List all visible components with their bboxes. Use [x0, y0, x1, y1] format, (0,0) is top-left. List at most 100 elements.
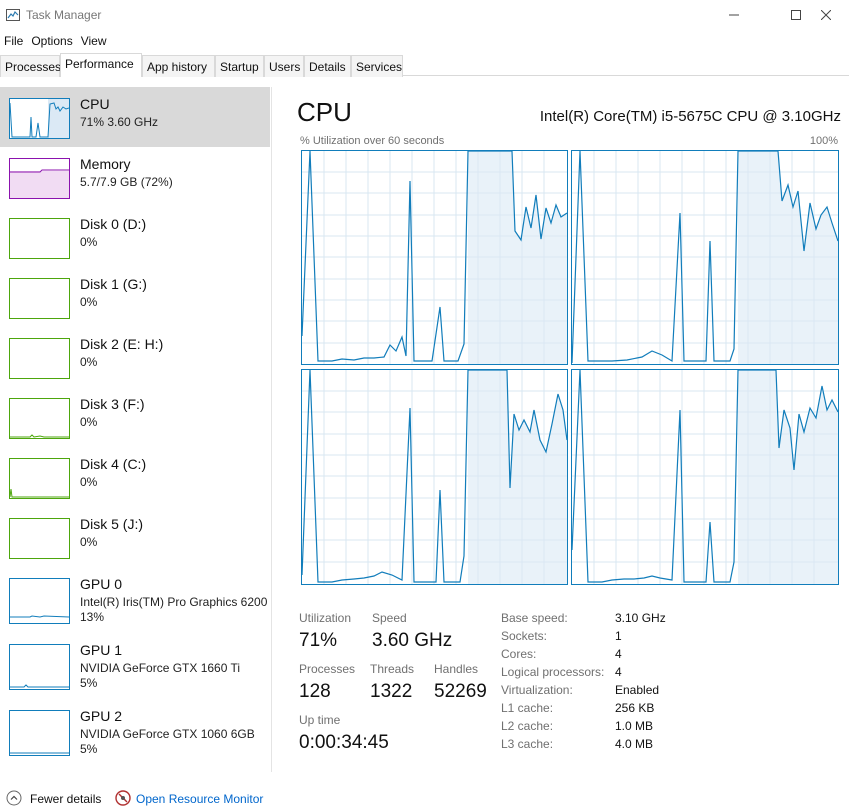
resource-monitor-icon [115, 790, 131, 806]
resource-sidebar: CPU 71% 3.60 GHz Memory 5.7/7.9 GB (72%)… [0, 87, 272, 772]
sidebar-item-title: Disk 3 (F:) [80, 396, 145, 412]
sidebar-item-disk-5[interactable]: Disk 5 (J:) 0% [0, 507, 270, 567]
speed-value: 3.60 GHz [372, 630, 453, 651]
sidebar-item-title: Disk 0 (D:) [80, 216, 147, 232]
sidebar-item-cpu[interactable]: CPU 71% 3.60 GHz [0, 87, 270, 147]
cpu-detail-panel: CPU Intel(R) Core(TM) i5-5675C CPU @ 3.1… [273, 87, 849, 772]
cpu-core-graph-1 [571, 150, 839, 365]
threads-label: Threads [370, 662, 415, 676]
gpu-thumbnail-graph [9, 578, 70, 624]
handles-value: 52269 [434, 681, 487, 702]
detail-value: 3.10 GHz [615, 611, 666, 625]
maximize-icon [791, 10, 801, 20]
tab-performance[interactable]: Performance [60, 53, 142, 77]
detail-label: Cores: [501, 647, 537, 661]
sidebar-item-gpu-1[interactable]: GPU 1 NVIDIA GeForce GTX 1660 Ti 5% [0, 633, 270, 697]
detail-label: L3 cache: [501, 737, 554, 751]
sidebar-item-title: Disk 5 (J:) [80, 516, 143, 532]
close-icon [821, 10, 831, 20]
processes-value: 128 [299, 681, 331, 702]
sidebar-item-usage: 5% [80, 676, 98, 690]
tab-startup[interactable]: Startup [215, 55, 264, 77]
disk-thumbnail-graph [9, 218, 70, 259]
graph-max-label: 100% [809, 135, 838, 147]
menu-file[interactable]: File [0, 31, 27, 51]
uptime-label: Up time [299, 713, 341, 727]
sidebar-item-title: Memory [80, 156, 131, 172]
detail-label: Virtualization: [501, 683, 573, 697]
sidebar-item-detail: NVIDIA GeForce GTX 1060 6GB [80, 727, 255, 741]
sidebar-item-usage: 5% [80, 742, 98, 756]
detail-label: Sockets: [501, 629, 548, 643]
disk-thumbnail-graph [9, 338, 70, 379]
sidebar-item-disk-1[interactable]: Disk 1 (G:) 0% [0, 267, 270, 327]
detail-value: 4 [615, 647, 622, 661]
sidebar-item-title: GPU 2 [80, 708, 123, 724]
footer-bar: Fewer details Open Resource Monitor [0, 785, 849, 811]
detail-value: 1.0 MB [615, 719, 654, 733]
utilization-value: 71% [299, 630, 338, 651]
disk-thumbnail-graph [9, 398, 70, 439]
cpu-model-name: Intel(R) Core(TM) i5-5675C CPU @ 3.10GHz [539, 108, 841, 125]
cpu-thumbnail-graph [9, 98, 70, 139]
page-title: CPU [297, 97, 352, 127]
disk-thumbnail-graph [9, 518, 70, 559]
graph-caption: % Utilization over 60 seconds [300, 135, 445, 147]
sidebar-item-detail: 0% [80, 295, 98, 309]
sidebar-item-gpu-0[interactable]: GPU 0 Intel(R) Iris(TM) Pro Graphics 620… [0, 567, 270, 631]
processes-label: Processes [299, 662, 356, 676]
chevron-up-icon[interactable] [6, 790, 22, 806]
sidebar-item-disk-4[interactable]: Disk 4 (C:) 0% [0, 447, 270, 507]
sidebar-item-detail: 0% [80, 355, 98, 369]
uptime-value: 0:00:34:45 [299, 732, 389, 753]
sidebar-item-title: Disk 2 (E: H:) [80, 336, 164, 352]
cpu-core-graph-3 [571, 369, 839, 585]
task-manager-icon [6, 9, 20, 21]
tab-app-history[interactable]: App history [142, 55, 215, 77]
utilization-label: Utilization [299, 611, 352, 625]
sidebar-item-disk-0[interactable]: Disk 0 (D:) 0% [0, 207, 270, 267]
menu-bar: File Options View [0, 31, 111, 51]
cpu-core-graph-0 [301, 150, 568, 365]
tab-users[interactable]: Users [264, 55, 304, 77]
sidebar-item-gpu-2[interactable]: GPU 2 NVIDIA GeForce GTX 1060 6GB 5% [0, 699, 270, 763]
detail-value: 4 [615, 665, 622, 679]
memory-thumbnail-graph [9, 158, 70, 199]
sidebar-item-detail: 0% [80, 475, 98, 489]
detail-label: L1 cache: [501, 701, 554, 715]
detail-value: 256 KB [615, 701, 655, 715]
sidebar-item-title: Disk 1 (G:) [80, 276, 147, 292]
handles-label: Handles [434, 662, 479, 676]
threads-value: 1322 [370, 681, 413, 702]
minimize-icon [729, 14, 739, 16]
disk-thumbnail-graph [9, 278, 70, 319]
menu-options[interactable]: Options [27, 31, 76, 51]
title-bar: Task Manager [0, 0, 849, 30]
tab-processes[interactable]: Processes [0, 55, 61, 77]
sidebar-item-detail: 0% [80, 415, 98, 429]
menu-view[interactable]: View [77, 31, 111, 51]
sidebar-item-detail: 0% [80, 235, 98, 249]
speed-label: Speed [372, 611, 407, 625]
detail-value: 4.0 MB [615, 737, 654, 751]
sidebar-item-disk-3[interactable]: Disk 3 (F:) 0% [0, 387, 270, 447]
sidebar-item-disk-2[interactable]: Disk 2 (E: H:) 0% [0, 327, 270, 387]
sidebar-item-detail: 5.7/7.9 GB (72%) [80, 175, 173, 189]
sidebar-item-title: GPU 0 [80, 576, 123, 592]
detail-label: L2 cache: [501, 719, 554, 733]
detail-label: Base speed: [501, 611, 568, 625]
tab-details[interactable]: Details [304, 55, 351, 77]
close-button[interactable] [803, 0, 849, 30]
sidebar-item-detail: NVIDIA GeForce GTX 1660 Ti [80, 661, 241, 675]
minimize-button[interactable] [711, 0, 757, 30]
gpu-thumbnail-graph [9, 710, 70, 756]
detail-value: Enabled [615, 683, 660, 697]
sidebar-item-memory[interactable]: Memory 5.7/7.9 GB (72%) [0, 147, 270, 207]
detail-label: Logical processors: [501, 665, 605, 679]
sidebar-item-title: Disk 4 (C:) [80, 456, 147, 472]
sidebar-item-usage: 13% [80, 610, 105, 624]
open-resource-monitor-link[interactable]: Open Resource Monitor [136, 792, 263, 806]
fewer-details-button[interactable]: Fewer details [30, 792, 101, 806]
tab-services[interactable]: Services [351, 55, 403, 77]
sidebar-item-title: GPU 1 [80, 642, 123, 658]
